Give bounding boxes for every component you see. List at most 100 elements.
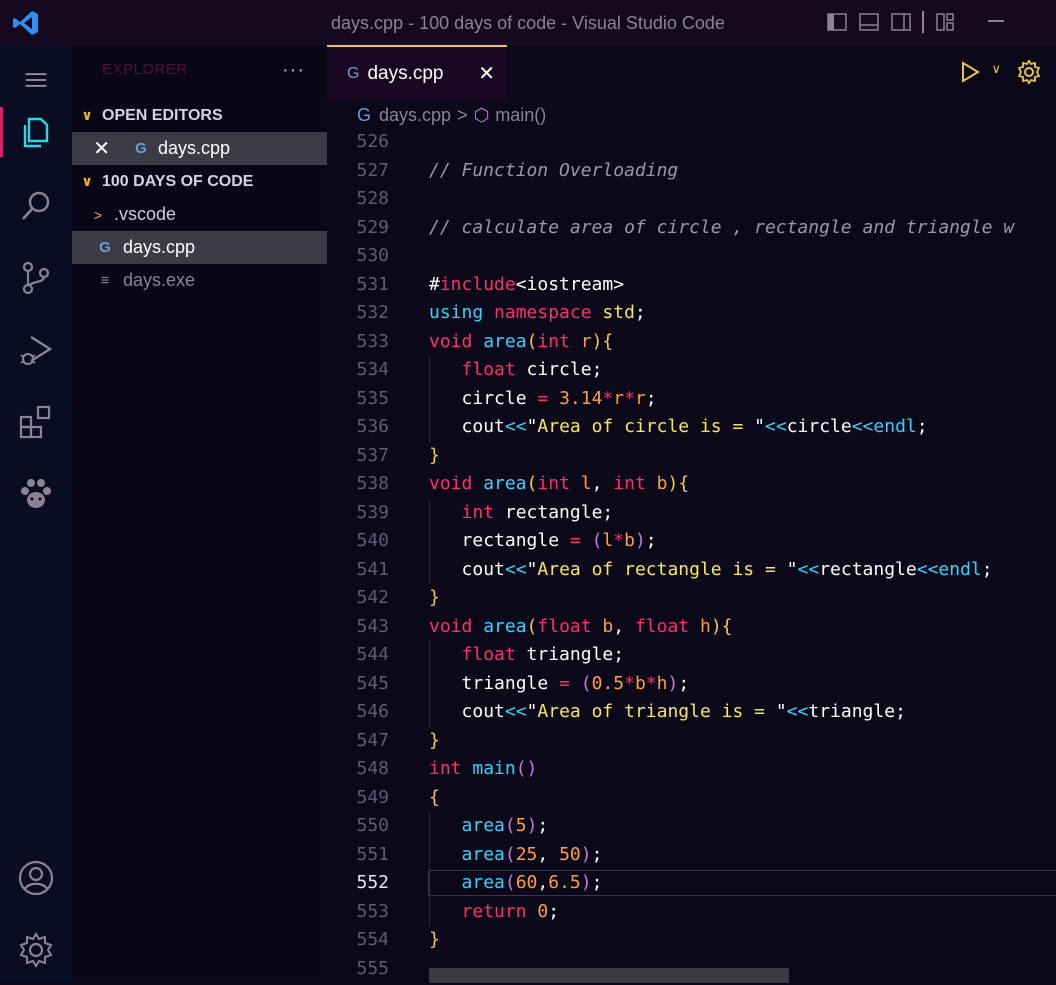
tab-days-cpp[interactable]: G days.cpp ✕ (327, 45, 507, 100)
code-token: ) (526, 815, 538, 836)
manage-button[interactable] (0, 915, 72, 985)
code-token: int (461, 501, 505, 523)
toggle-secondary-sidebar-icon[interactable] (890, 11, 912, 33)
line-number: 553 (356, 900, 389, 922)
code-line: 533 void area(int r){ (327, 328, 1056, 357)
file-item-days-exe[interactable]: ≡ days.exe (72, 264, 327, 297)
code-token: endl (938, 558, 982, 580)
file-item-days-cpp[interactable]: G days.cpp (72, 231, 327, 264)
horizontal-scrollbar[interactable] (429, 968, 789, 983)
code-token: ) (634, 530, 646, 551)
code-token: area (461, 843, 505, 865)
code-line: 549 { (327, 784, 1056, 813)
code-line: 537} (327, 442, 1056, 471)
title-bar: days.cpp - 100 days of code - Visual Stu… (0, 0, 1056, 45)
code-token: Area of triangle is = (537, 701, 776, 722)
line-number: 529 (356, 216, 389, 238)
breadcrumb-file[interactable]: days.cpp (379, 105, 451, 126)
code-token: << (504, 701, 527, 722)
code-token: r (580, 330, 592, 352)
toggle-panel-icon[interactable] (858, 11, 880, 33)
code-token: ; (895, 701, 906, 722)
run-icon[interactable] (959, 61, 981, 83)
code-token: l (602, 530, 614, 551)
code-token: float (537, 615, 603, 637)
line-number: 549 (356, 786, 389, 808)
code-line: 544 float triangle; (327, 641, 1056, 670)
paw-icon (21, 479, 51, 508)
code-token: int (537, 473, 581, 494)
run-debug-button[interactable] (0, 315, 72, 385)
line-number: 552 (356, 872, 389, 893)
line-number: 544 (356, 644, 389, 665)
code-line: 534 float circle; (327, 356, 1056, 385)
customize-layout-icon[interactable] (934, 11, 956, 33)
open-editor-item[interactable]: ✕ G days.cpp (72, 132, 327, 165)
chevron-right-icon: > (457, 104, 468, 125)
code-line: 547} (327, 727, 1056, 756)
code-token: include (439, 273, 516, 295)
folder-item-vscode[interactable]: > .vscode (72, 198, 327, 231)
source-control-button[interactable] (0, 243, 72, 313)
code-token: ) (667, 672, 679, 694)
code-token: = (569, 530, 592, 551)
code-line: 529 // calculate area of circle , rectang… (327, 214, 1056, 243)
code-text: void area(int r){ (429, 328, 613, 357)
more-actions-icon[interactable]: ··· (282, 59, 305, 82)
code-line: 542} (327, 584, 1056, 613)
chevron-down-icon[interactable]: ∨ (991, 61, 1001, 77)
close-icon[interactable]: ✕ (72, 136, 110, 161)
line-number: 546 (356, 701, 389, 722)
file-lines-icon: ≡ (100, 272, 110, 289)
code-token: b (624, 530, 635, 551)
code-token: ( (504, 872, 516, 893)
toggle-primary-sidebar-icon[interactable] (826, 11, 848, 33)
code-token: triangle (808, 701, 896, 722)
line-number: 534 (356, 359, 389, 380)
code-token: h (656, 672, 668, 694)
explorer-button[interactable] (0, 97, 72, 167)
open-editors-section[interactable]: ∨ OPEN EDITORS (72, 99, 327, 132)
paw-extension-button[interactable] (0, 459, 72, 529)
extensions-button[interactable] (0, 387, 72, 457)
code-token: } (429, 929, 440, 950)
search-button[interactable] (0, 171, 72, 241)
code-token: 5 (515, 815, 527, 836)
code-line: 554} (327, 926, 1056, 955)
folder-section[interactable]: ∨ 100 DAYS OF CODE (72, 165, 327, 198)
cpp-file-icon: G (347, 64, 360, 82)
code-token: } (429, 444, 440, 466)
layout-controls (826, 11, 956, 33)
accounts-button[interactable] (0, 843, 72, 913)
code-token: ){ (710, 615, 733, 637)
code-token: * (645, 672, 657, 694)
close-icon[interactable]: ✕ (478, 61, 495, 86)
files-icon (23, 117, 49, 148)
code-text: float triangle; (429, 641, 625, 670)
code-token: << (797, 558, 820, 580)
code-token: << (504, 558, 527, 580)
minimize-button[interactable] (988, 20, 1004, 22)
code-text: } (429, 727, 440, 756)
code-token: ( (526, 615, 538, 637)
code-token: * (624, 387, 635, 409)
code-token: circle; (526, 359, 603, 380)
code-token: 3.14 (559, 387, 603, 409)
code-token: << (504, 416, 527, 437)
gear-icon (19, 932, 53, 968)
code-token: b (656, 473, 668, 494)
breadcrumb-symbol[interactable]: main() (495, 105, 546, 126)
gear-icon[interactable] (1016, 59, 1042, 85)
code-token: cout (461, 416, 505, 437)
code-token: ; (591, 872, 603, 893)
code-token: " (786, 558, 798, 580)
code-token: main (472, 758, 516, 779)
code-editor[interactable]: 526 527 // Function Overloading 528 529 // ca… (327, 130, 1056, 983)
code-token: ) (580, 843, 592, 865)
code-token: # (429, 273, 440, 295)
code-token: } (429, 729, 440, 751)
